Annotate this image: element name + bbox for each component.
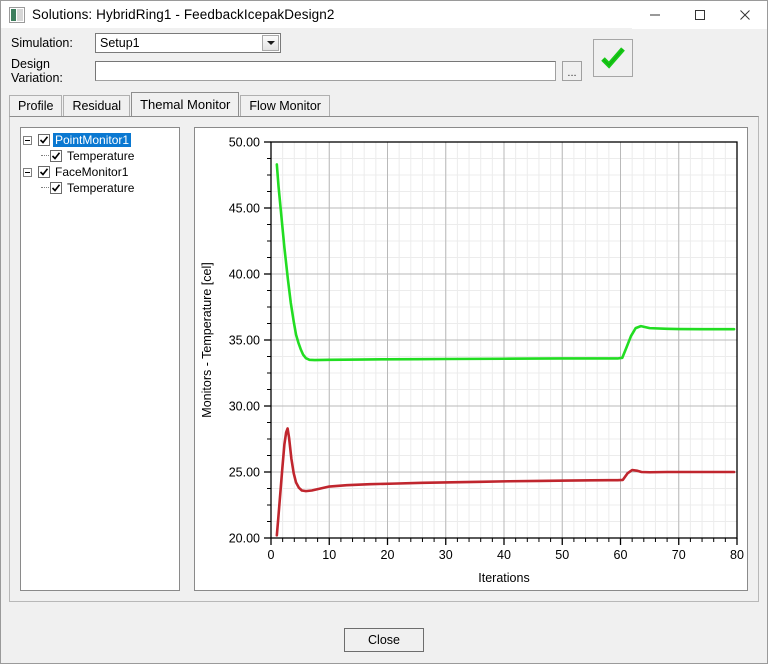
svg-text:0: 0	[268, 548, 275, 562]
form-area: Simulation: Setup1 Design Variation: ...	[1, 29, 767, 85]
svg-text:35.00: 35.00	[229, 334, 260, 348]
temperature-chart: 20.00 25.00 30.00 35.00 40.00 45.00 50.00 0 10 20…	[195, 128, 747, 592]
design-variation-label: Design Variation:	[11, 57, 95, 85]
checkbox-checked-icon[interactable]	[38, 134, 50, 146]
svg-text:80: 80	[730, 548, 744, 562]
chevron-down-icon[interactable]	[262, 35, 279, 51]
solutions-window: Solutions: HybridRing1 - FeedbackIcepakD…	[0, 0, 768, 664]
maximize-button[interactable]	[677, 1, 722, 29]
tab-content-panel: PointMonitor1 Temperature FaceMonitor1	[9, 116, 759, 602]
monitor-tree[interactable]: PointMonitor1 Temperature FaceMonitor1	[20, 127, 180, 591]
svg-text:70: 70	[672, 548, 686, 562]
close-dialog-button[interactable]: Close	[344, 628, 424, 652]
svg-text:60: 60	[614, 548, 628, 562]
tab-strip: Profile Residual Themal Monitor Flow Mon…	[9, 92, 767, 116]
svg-text:40: 40	[497, 548, 511, 562]
tab-residual[interactable]: Residual	[63, 95, 130, 116]
tab-flow-monitor[interactable]: Flow Monitor	[240, 95, 330, 116]
svg-text:Monitors - Temperature [cel]: Monitors - Temperature [cel]	[200, 262, 214, 417]
svg-text:40.00: 40.00	[229, 268, 260, 282]
svg-text:45.00: 45.00	[229, 202, 260, 216]
minimize-button[interactable]	[632, 1, 677, 29]
collapse-icon[interactable]	[23, 168, 32, 177]
svg-text:Iterations: Iterations	[478, 571, 529, 585]
tree-item-pointmonitor1-temperature[interactable]: Temperature	[23, 148, 177, 164]
tab-themal-monitor[interactable]: Themal Monitor	[131, 92, 239, 116]
svg-text:30: 30	[439, 548, 453, 562]
checkbox-checked-icon[interactable]	[50, 150, 62, 162]
tab-profile[interactable]: Profile	[9, 95, 62, 116]
close-button[interactable]	[722, 1, 767, 29]
tree-item-label: Temperature	[65, 149, 136, 163]
svg-text:50: 50	[555, 548, 569, 562]
tree-item-label: PointMonitor1	[53, 133, 131, 147]
svg-text:20.00: 20.00	[229, 532, 260, 546]
tree-item-pointmonitor1[interactable]: PointMonitor1	[23, 132, 177, 148]
simulation-row: Simulation: Setup1	[1, 29, 767, 57]
apply-button[interactable]	[593, 39, 633, 77]
svg-text:30.00: 30.00	[229, 400, 260, 414]
tree-item-label: Temperature	[65, 181, 136, 195]
dialog-footer: Close	[1, 617, 767, 663]
simulation-label: Simulation:	[11, 36, 95, 50]
checkbox-checked-icon[interactable]	[38, 166, 50, 178]
design-variation-input[interactable]	[95, 61, 556, 81]
tree-item-facemonitor1[interactable]: FaceMonitor1	[23, 164, 177, 180]
title-bar: Solutions: HybridRing1 - FeedbackIcepakD…	[1, 1, 767, 29]
window-controls	[632, 1, 767, 29]
svg-text:10: 10	[322, 548, 336, 562]
green-checkmark-icon	[600, 46, 626, 70]
design-variation-row: Design Variation: ...	[1, 57, 767, 85]
checkbox-checked-icon[interactable]	[50, 182, 62, 194]
collapse-icon[interactable]	[23, 136, 32, 145]
svg-text:25.00: 25.00	[229, 466, 260, 480]
simulation-select[interactable]: Setup1	[95, 33, 281, 53]
browse-button[interactable]: ...	[562, 61, 582, 81]
tree-item-facemonitor1-temperature[interactable]: Temperature	[23, 180, 177, 196]
svg-text:20: 20	[381, 548, 395, 562]
simulation-value: Setup1	[96, 36, 140, 50]
tree-item-label: FaceMonitor1	[53, 165, 130, 179]
app-icon	[9, 7, 25, 23]
window-title: Solutions: HybridRing1 - FeedbackIcepakD…	[32, 7, 335, 22]
tree-connector-icon	[41, 187, 49, 189]
svg-text:50.00: 50.00	[229, 136, 260, 150]
tree-connector-icon	[41, 155, 49, 157]
monitor-plot: 20.00 25.00 30.00 35.00 40.00 45.00 50.00 0 10 20…	[194, 127, 748, 591]
